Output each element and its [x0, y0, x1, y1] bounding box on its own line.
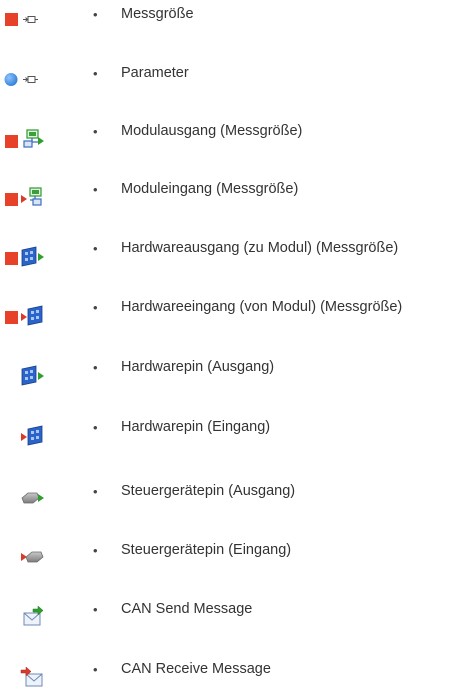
- can-receive-message-icon: [0, 660, 60, 690]
- parameter-icon: [0, 64, 60, 94]
- legend-row-measurement: • Messgröße: [0, 5, 469, 35]
- legend-label: Hardwareeingang (von Modul) (Messgröße): [121, 299, 403, 315]
- bullet: •: [93, 602, 98, 617]
- legend-row-parameter: • Parameter: [0, 64, 469, 94]
- legend-label: Moduleingang (Messgröße): [121, 181, 299, 197]
- hardware-output-icon: [0, 239, 60, 269]
- legend-row-hardware-pin-output: • Hardwarepin (Ausgang): [0, 358, 469, 388]
- legend-row-hardware-pin-input: • Hardwarepin (Eingang): [0, 418, 469, 448]
- legend-label: Steuergerätepin (Ausgang): [121, 483, 296, 499]
- hardware-input-icon: [0, 298, 60, 328]
- bullet: •: [93, 360, 98, 375]
- hardware-pin-output-icon: [0, 358, 60, 388]
- legend-row-can-send: • CAN Send Message: [0, 600, 469, 630]
- legend-row-can-receive: • CAN Receive Message: [0, 660, 469, 690]
- ecu-pin-input-icon: [0, 541, 60, 571]
- bullet: •: [93, 124, 98, 139]
- legend-label: Hardwarepin (Eingang): [121, 419, 271, 435]
- legend-row-ecu-pin-input: • Steuergerätepin (Eingang): [0, 541, 469, 571]
- bullet: •: [93, 241, 98, 256]
- legend-row-ecu-pin-output: • Steuergerätepin (Ausgang): [0, 482, 469, 512]
- bullet: •: [93, 7, 98, 22]
- legend-label: Messgröße: [121, 6, 194, 22]
- can-send-message-icon: [0, 600, 60, 630]
- module-output-icon: [0, 122, 60, 152]
- hardware-pin-input-icon: [0, 418, 60, 448]
- legend-row-module-output: • Modulausgang (Messgröße): [0, 122, 469, 152]
- module-input-icon: [0, 180, 60, 210]
- bullet: •: [93, 420, 98, 435]
- bullet: •: [93, 66, 98, 81]
- bullet: •: [93, 300, 98, 315]
- legend-row-module-input: • Moduleingang (Messgröße): [0, 180, 469, 210]
- bullet: •: [93, 182, 98, 197]
- legend-label: Modulausgang (Messgröße): [121, 123, 303, 139]
- ecu-pin-output-icon: [0, 482, 60, 512]
- legend-label: Hardwarepin (Ausgang): [121, 359, 275, 375]
- legend-label: Parameter: [121, 65, 189, 81]
- bullet: •: [93, 662, 98, 677]
- legend-row-hardware-input: • Hardwareeingang (von Modul) (Messgröße…: [0, 298, 469, 328]
- legend-row-hardware-output: • Hardwareausgang (zu Modul) (Messgröße): [0, 239, 469, 269]
- legend-label: Hardwareausgang (zu Modul) (Messgröße): [121, 240, 399, 256]
- bullet: •: [93, 484, 98, 499]
- measurement-icon: [0, 5, 60, 35]
- legend-label: CAN Receive Message: [121, 661, 271, 677]
- legend-label: Steuergerätepin (Eingang): [121, 542, 292, 558]
- legend-label: CAN Send Message: [121, 601, 253, 617]
- bullet: •: [93, 543, 98, 558]
